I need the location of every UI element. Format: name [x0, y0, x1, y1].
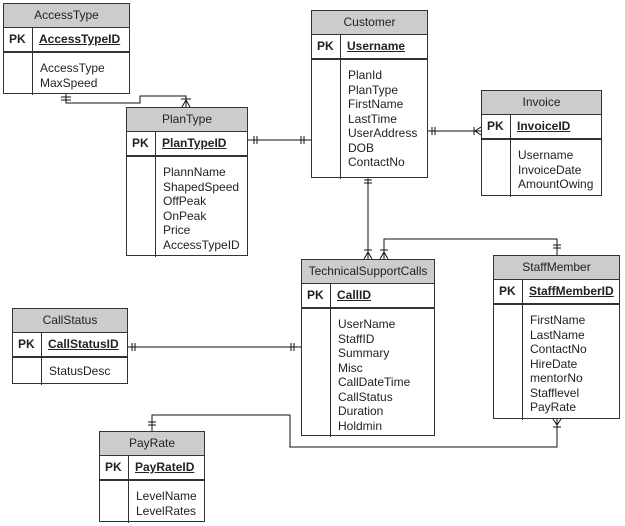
attribute: mentorNo: [530, 371, 583, 385]
attribute: LevelRates: [136, 503, 197, 518]
attribute-section: StatusDesc: [13, 358, 127, 385]
primary-key: Username: [347, 39, 406, 53]
entity-title: Customer: [312, 11, 427, 35]
pk-label: PK: [312, 35, 341, 58]
attribute-section: PlannName ShapedSpeed OffPeak OnPeak Price Ac…: [127, 157, 247, 257]
entity-staffmember[interactable]: StaffMember PK StaffMemberID FirstName La…: [493, 255, 620, 420]
attribute: PayRate: [530, 400, 577, 414]
attribute-section: PlanId PlanType FirstName LastTime UserAddre…: [312, 60, 427, 179]
primary-key: CallStatusID: [48, 337, 119, 351]
primary-key-row: PK CallStatusID: [13, 333, 127, 358]
attribute: MaxSpeed: [40, 75, 98, 90]
pk-label: PK: [100, 456, 129, 479]
attribute-list: LevelName LevelRates: [129, 481, 197, 523]
primary-key: InvoiceID: [517, 119, 571, 133]
attribute-list: AccessType MaxSpeed: [33, 53, 105, 95]
attribute: StaffID: [338, 331, 375, 346]
attribute-section: FirstName LastName ContactNo HireDate mentor…: [494, 305, 619, 420]
attribute: LastTime: [348, 111, 397, 126]
rel-customer-techsupport: [363, 177, 373, 260]
attribute: OffPeak: [163, 194, 207, 208]
entity-payrate[interactable]: PayRate PK PayRateID LevelName LevelRates: [99, 431, 205, 523]
attribute-section: UserName StaffID Summary Misc CallDateTime Ca…: [302, 309, 434, 437]
attribute-list: Username InvoiceDate AmountOwing: [511, 140, 593, 197]
entity-title: StaffMember: [494, 256, 619, 280]
primary-key-row: PK PayRateID: [100, 456, 204, 481]
attribute-section: Username InvoiceDate AmountOwing: [482, 140, 601, 197]
attribute: PlanId: [348, 68, 383, 82]
primary-key-row: PK InvoiceID: [482, 115, 601, 140]
entity-callstatus[interactable]: CallStatus PK CallStatusID StatusDesc: [12, 308, 128, 385]
attribute: Holdmin: [338, 418, 383, 433]
attribute: UserName: [338, 317, 396, 331]
primary-key: StaffMemberID: [529, 284, 614, 298]
entity-plantype[interactable]: PlanType PK PlanTypeID PlannName ShapedSp…: [126, 107, 248, 257]
attribute-section: LevelName LevelRates: [100, 481, 204, 523]
attribute: FirstName: [348, 97, 404, 111]
pk-label: PK: [4, 28, 33, 51]
entity-title: AccessType: [4, 4, 129, 28]
entity-technicalsupportcalls[interactable]: TechnicalSupportCalls PK CallID UserName…: [301, 259, 435, 437]
attribute-section: AccessType MaxSpeed: [4, 53, 129, 95]
rel-customer-invoice: [427, 126, 482, 136]
attribute: PlannName: [163, 165, 226, 179]
attribute: FirstName: [530, 313, 586, 327]
attribute: AmountOwing: [518, 177, 594, 191]
attribute-list: UserName StaffID Summary Misc CallDateTime Ca…: [331, 309, 410, 437]
entity-title: PayRate: [100, 432, 204, 456]
entity-invoice[interactable]: Invoice PK InvoiceID Username InvoiceDate…: [481, 90, 602, 197]
primary-key-row: PK PlanTypeID: [127, 132, 247, 157]
attribute: InvoiceDate: [518, 162, 582, 177]
attribute: LevelName: [136, 489, 197, 503]
entity-title: TechnicalSupportCalls: [302, 260, 434, 284]
attribute: Misc: [338, 360, 363, 375]
attribute: ContactNo: [348, 155, 405, 169]
attribute: HireDate: [530, 356, 578, 371]
rel-callstatus-techsupport: [127, 343, 301, 351]
attribute: StatusDesc: [49, 364, 111, 378]
primary-key: PlanTypeID: [162, 136, 227, 150]
attribute: PlanType: [348, 82, 399, 97]
primary-key: PayRateID: [135, 460, 195, 474]
attribute: DOB: [348, 140, 375, 155]
primary-key: CallID: [337, 288, 372, 302]
entity-customer[interactable]: Customer PK Username PlanId PlanType First…: [311, 10, 428, 179]
pk-label: PK: [494, 280, 523, 303]
attribute-list: StatusDesc: [42, 358, 110, 385]
attribute: CallStatus: [338, 389, 393, 404]
entity-accesstype[interactable]: AccessType PK AccessTypeID AccessType Max…: [3, 3, 130, 95]
primary-key: AccessTypeID: [39, 32, 121, 46]
entity-title: Invoice: [482, 91, 601, 115]
primary-key-row: PK Username: [312, 35, 427, 60]
attribute: Price: [163, 223, 191, 237]
attribute: ContactNo: [530, 342, 587, 356]
primary-key-row: PK StaffMemberID: [494, 280, 619, 305]
pk-label: PK: [13, 333, 42, 356]
attribute: Summary: [338, 346, 390, 360]
attribute: CallDateTime: [338, 375, 411, 389]
pk-label: PK: [302, 284, 331, 307]
attribute: Username: [518, 148, 574, 162]
rel-accesstype-plantype: [61, 93, 191, 108]
attribute-list: FirstName LastName ContactNo HireDate mentor…: [523, 305, 587, 420]
primary-key-row: PK AccessTypeID: [4, 28, 129, 53]
attribute-list: PlannName ShapedSpeed OffPeak OnPeak Price Ac…: [156, 157, 240, 257]
entity-title: PlanType: [127, 108, 247, 132]
attribute: OnPeak: [163, 208, 207, 223]
attribute: ShapedSpeed: [163, 179, 240, 194]
attribute: Stafflevel: [530, 385, 580, 400]
rel-plantype-customer: [247, 136, 311, 144]
attribute: AccessTypeID: [163, 237, 240, 252]
pk-label: PK: [482, 115, 511, 138]
attribute: UserAddress: [348, 126, 418, 140]
pk-label: PK: [127, 132, 156, 155]
entity-title: CallStatus: [13, 309, 127, 333]
attribute-list: PlanId PlanType FirstName LastTime UserAddre…: [341, 60, 417, 179]
attribute: AccessType: [40, 61, 105, 75]
attribute: LastName: [530, 327, 585, 342]
attribute: Duration: [338, 404, 384, 418]
primary-key-row: PK CallID: [302, 284, 434, 309]
